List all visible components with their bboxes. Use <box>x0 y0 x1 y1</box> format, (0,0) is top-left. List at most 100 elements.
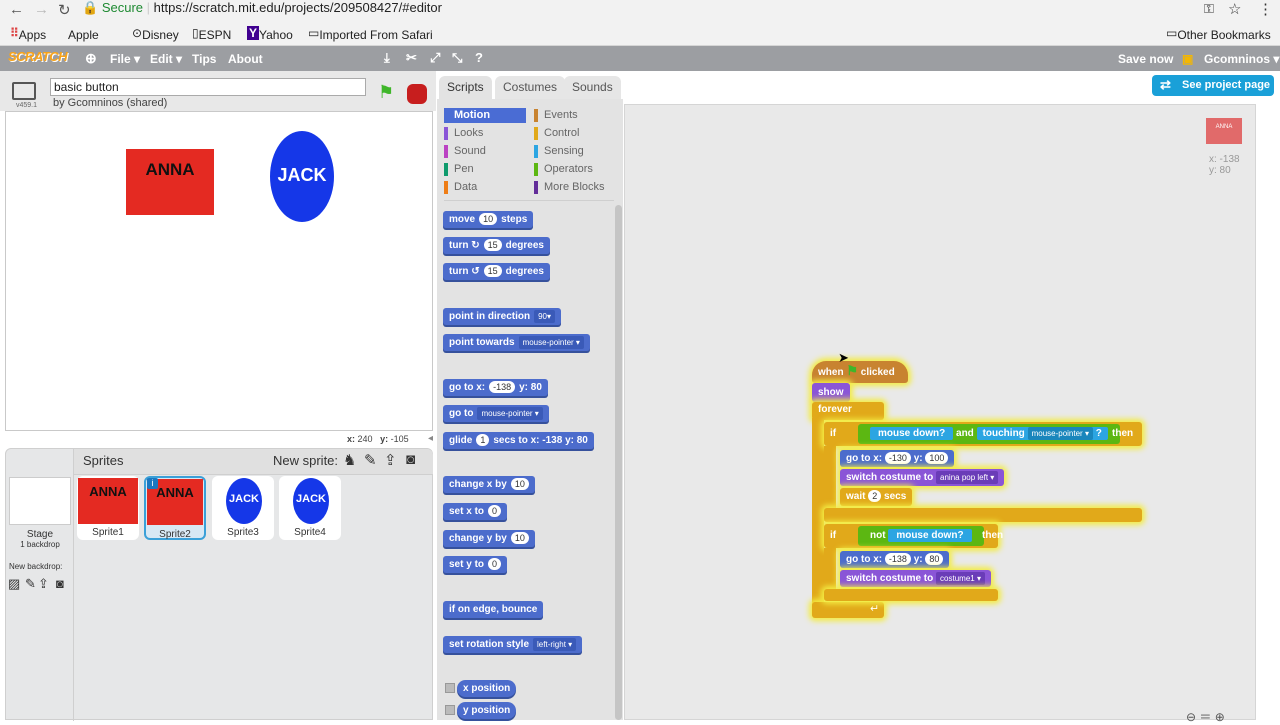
zoom-in-icon[interactable]: ⊕ <box>1215 710 1225 724</box>
category-operators[interactable]: Operators <box>534 162 593 177</box>
palette-block-7[interactable]: glide 1 secs to x: -138 y: 80 <box>443 432 594 449</box>
stage-sprite-anna[interactable]: ANNA <box>126 149 214 215</box>
if-block-1[interactable]: if mouse down? and touching mouse-pointe… <box>824 422 1142 446</box>
green-flag-icon[interactable]: ⚑ <box>378 82 394 103</box>
palette-block-1[interactable]: turn ↻ 15 degrees <box>443 237 550 254</box>
back-icon[interactable]: ← <box>9 1 24 18</box>
go-to-xy-block-2[interactable]: go to x: -138 y: 80 <box>840 551 950 568</box>
watcher-checkbox[interactable] <box>445 683 455 693</box>
palette-block-12[interactable]: if on edge, bounce <box>443 601 544 618</box>
when-flag-clicked-block[interactable]: when ⚑ clicked <box>812 361 908 383</box>
palette-block-10[interactable]: change y by 10 <box>443 530 535 547</box>
sprite-thumb-sprite4[interactable]: JACK Sprite4 <box>279 476 341 540</box>
palette-block-0[interactable]: move 10 steps <box>443 211 534 228</box>
camera-icon[interactable]: ◙ <box>406 451 415 468</box>
sprite-thumb-sprite3[interactable]: JACK Sprite3 <box>212 476 274 540</box>
watcher-checkbox[interactable] <box>445 705 455 715</box>
backdrop-paint-icon[interactable]: ✎ <box>25 576 36 592</box>
palette-block-5[interactable]: go to x: -138 y: 80 <box>443 379 548 396</box>
zoom-reset-icon[interactable]: ＝ <box>1199 710 1211 724</box>
address-bar[interactable]: 🔒 Secure | https://scratch.mit.edu/proje… <box>82 0 1252 19</box>
stage-canvas[interactable]: ANNA JACK <box>5 111 433 431</box>
palette-block-6[interactable]: go to mouse-pointer ▾ <box>443 405 549 422</box>
palette-block-8[interactable]: change x by 10 <box>443 476 535 493</box>
script-stack[interactable]: when ⚑ clicked show forever ↵ if mouse d… <box>810 346 1160 626</box>
category-motion[interactable]: Motion <box>444 108 526 123</box>
stage-sprite-jack[interactable]: JACK <box>270 131 334 222</box>
upload-icon[interactable]: ⇪ <box>384 451 397 469</box>
wait-block[interactable]: wait 2 secs <box>840 488 913 506</box>
category-pen[interactable]: Pen <box>444 162 474 177</box>
project-title-input[interactable]: basic button <box>50 78 366 96</box>
shrink-icon[interactable]: ⤡ <box>452 50 462 66</box>
key-icon[interactable]: ⚿ <box>1204 1 1214 17</box>
palette-scrollbar[interactable] <box>615 205 622 720</box>
reload-icon[interactable]: ↻ <box>58 1 71 19</box>
backdrop-library-icon[interactable]: ▨ <box>8 576 20 592</box>
category-sensing[interactable]: Sensing <box>534 144 584 159</box>
tab-sounds[interactable]: Sounds <box>564 76 621 99</box>
collapse-arrow-icon[interactable]: ◂ <box>428 433 433 444</box>
palette-block-9[interactable]: set x to 0 <box>443 503 508 520</box>
stop-icon[interactable] <box>407 84 427 104</box>
palette-block-2[interactable]: turn ↺ 15 degrees <box>443 263 550 280</box>
if-block-2[interactable]: if not mouse down? then <box>824 524 1003 548</box>
duplicate-icon[interactable]: ⤓ <box>384 50 390 66</box>
backdrop-camera-icon[interactable]: ◙ <box>56 576 64 591</box>
sprite-thumb-sprite2[interactable]: ANNA Sprite2 i <box>144 476 206 540</box>
palette-block-14[interactable]: x position <box>457 680 517 697</box>
menu-tips[interactable]: Tips <box>192 52 216 66</box>
stage-backdrop-count: 1 backdrop <box>20 540 60 549</box>
bookmark-espn[interactable]: ▯ ESPN <box>192 26 231 42</box>
menu-icon[interactable]: ⋮ <box>1258 0 1273 18</box>
menu-file[interactable]: File ▾ <box>110 52 140 66</box>
grow-icon[interactable]: ⤢ <box>430 50 440 66</box>
category-events[interactable]: Events <box>534 108 578 123</box>
scratch-logo[interactable]: SCRATCH <box>8 49 68 68</box>
category-data[interactable]: Data <box>444 180 477 195</box>
palette-block-13[interactable]: set rotation style left-right ▾ <box>443 636 583 653</box>
category-sound[interactable]: Sound <box>444 144 486 159</box>
stage-thumbnail[interactable] <box>9 477 71 525</box>
show-block[interactable]: show <box>812 383 850 402</box>
info-icon[interactable]: i <box>147 478 158 489</box>
sprite-position: x: -138 y: 80 <box>1209 154 1240 176</box>
bookmark-apps[interactable]: ⠿ Apps <box>10 26 46 42</box>
star-icon[interactable]: ☆ <box>1228 0 1241 18</box>
bookmark-imported[interactable]: ▭ Imported From Safari <box>308 26 433 42</box>
zoom-out-icon[interactable]: ⊖ <box>1186 710 1196 724</box>
bookmark-disney[interactable]: ⊙ Disney <box>132 26 179 42</box>
paint-brush-icon[interactable]: ✎ <box>364 451 377 469</box>
forward-icon[interactable]: → <box>34 1 49 18</box>
menu-edit[interactable]: Edit ▾ <box>150 52 182 66</box>
palette-block-11[interactable]: set y to 0 <box>443 556 508 573</box>
help-icon[interactable]: ? <box>475 50 483 65</box>
globe-icon[interactable]: ⊕ <box>85 50 97 67</box>
sprite-thumb-sprite1[interactable]: ANNA Sprite1 <box>77 476 139 540</box>
palette-block-3[interactable]: point in direction 90▾ <box>443 308 562 325</box>
user-menu[interactable]: Gcomninos ▾ <box>1204 52 1279 66</box>
category-control[interactable]: Control <box>534 126 579 141</box>
fullscreen-icon[interactable] <box>12 82 36 100</box>
palette-block-15[interactable]: y position <box>457 702 517 719</box>
bookmark-yahoo[interactable]: Y Yahoo <box>247 26 293 42</box>
go-to-xy-block-1[interactable]: go to x: -130 y: 100 <box>840 450 955 467</box>
and-operator[interactable]: mouse down? and touching mouse-pointer ▾… <box>858 424 1120 444</box>
switch-costume-block-2[interactable]: switch costume to costume1 ▾ <box>840 570 991 587</box>
backdrop-upload-icon[interactable]: ⇪ <box>38 576 49 592</box>
category-more-blocks[interactable]: More Blocks <box>534 180 605 195</box>
delete-icon[interactable]: ✂ <box>406 50 417 66</box>
switch-costume-block-1[interactable]: switch costume to anina pop left ▾ <box>840 469 1005 486</box>
tab-scripts[interactable]: Scripts <box>439 76 492 99</box>
category-looks[interactable]: Looks <box>444 126 483 141</box>
bookmark-other[interactable]: ▭ Other Bookmarks <box>1166 26 1271 42</box>
sprite-library-icon[interactable]: ♞ <box>343 451 356 469</box>
see-project-page-button[interactable]: ⇄ See project page <box>1152 75 1274 96</box>
not-operator[interactable]: not mouse down? <box>858 526 984 546</box>
save-now-button[interactable]: Save now <box>1118 52 1173 66</box>
palette-block-4[interactable]: point towards mouse-pointer ▾ <box>443 334 590 351</box>
tab-costumes[interactable]: Costumes <box>495 76 566 99</box>
browser-chrome: ← → ↻ 🔒 Secure | https://scratch.mit.edu… <box>0 0 1280 46</box>
menu-about[interactable]: About <box>228 52 263 66</box>
folder-icon[interactable]: ▣ <box>1182 52 1193 66</box>
